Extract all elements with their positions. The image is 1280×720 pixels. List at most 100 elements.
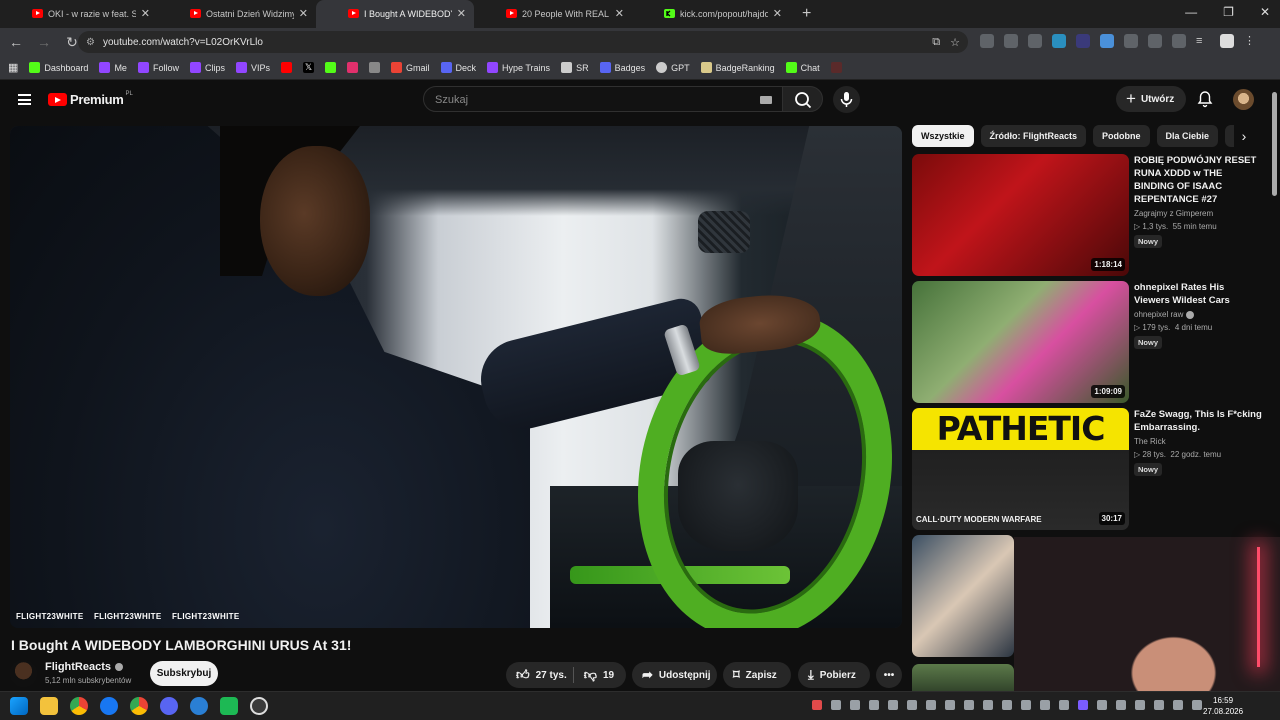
back-icon[interactable]: ←	[4, 34, 28, 50]
tray-icon[interactable]	[888, 700, 898, 710]
facebook-icon[interactable]	[100, 697, 118, 715]
account-avatar[interactable]	[1233, 89, 1254, 110]
tray-icon[interactable]	[964, 700, 974, 710]
tray-icon[interactable]	[1078, 700, 1088, 710]
channel-name[interactable]: FlightReacts	[45, 661, 124, 673]
bookmark-item[interactable]	[830, 62, 842, 73]
bookmark-item[interactable]: Deck	[440, 62, 476, 73]
video-thumbnail[interactable]: 1:09:09	[912, 281, 1129, 403]
tray-icon[interactable]	[1059, 700, 1069, 710]
like-icon[interactable]: 👍︎	[516, 667, 530, 683]
recommendation-title[interactable]: ohnepixel Rates His Viewers Wildest Cars	[1134, 281, 1262, 307]
recommendation-item[interactable]: 1:09:09 ohnepixel Rates His Viewers Wild…	[912, 281, 1262, 403]
bookmark-item[interactable]: Chat	[785, 62, 820, 73]
tray-icon[interactable]	[831, 700, 841, 710]
profile-icon[interactable]	[1220, 34, 1234, 48]
tray-icon[interactable]	[1021, 700, 1031, 710]
more-actions-button[interactable]: •••	[876, 662, 902, 688]
bookmark-item[interactable]	[369, 62, 380, 73]
windows-start-icon[interactable]	[10, 697, 28, 715]
bookmark-item[interactable]: VIPs	[235, 62, 270, 73]
close-tab-icon[interactable]: ✕	[615, 7, 624, 20]
cast-icon[interactable]: ⧉	[932, 36, 940, 49]
chevron-right-icon[interactable]: ›	[1234, 125, 1254, 147]
recommendation-channel[interactable]: The Rick	[1134, 437, 1262, 446]
chrome-icon[interactable]	[70, 697, 88, 715]
tray-icon[interactable]	[945, 700, 955, 710]
maximize-icon[interactable]: ❐	[1223, 5, 1234, 19]
discord-icon[interactable]	[160, 697, 178, 715]
browser-tab[interactable]: kick.com/popout/hajdook/chat ✕	[632, 0, 790, 28]
address-bar[interactable]: ⚙ youtube.com/watch?v=L02OrKVrLlo ⧉ ☆	[78, 31, 968, 53]
forward-icon[interactable]: →	[32, 34, 56, 50]
browser-tab[interactable]: OKI - w razie w feat. Sobel - You ✕	[0, 0, 158, 28]
channel-avatar[interactable]	[10, 660, 37, 687]
close-tab-icon[interactable]: ✕	[457, 7, 466, 20]
extension-icon[interactable]	[980, 34, 994, 48]
menu-kebab-icon[interactable]: ⋮	[1244, 34, 1258, 48]
close-window-icon[interactable]: ✕	[1260, 5, 1270, 19]
youtube-premium-logo[interactable]: Premium PL	[48, 91, 133, 107]
volume-icon[interactable]	[1192, 700, 1202, 710]
create-button[interactable]: + Utwórz	[1116, 86, 1186, 112]
chip-for-you[interactable]: Dla Ciebie	[1156, 125, 1219, 147]
subscribe-button[interactable]: Subskrybuj	[150, 661, 218, 686]
bookmark-item[interactable]: Hype Trains	[487, 62, 550, 73]
audio-app-icon[interactable]	[220, 697, 238, 715]
extension-icon[interactable]	[1052, 34, 1066, 48]
ccleaner-icon[interactable]	[190, 697, 208, 715]
chip-source[interactable]: Źródło: FlightReacts	[980, 125, 1087, 147]
chip-related[interactable]: Podobne	[1093, 125, 1150, 147]
share-button[interactable]: ➦ Udostępnij	[632, 662, 717, 688]
file-explorer-icon[interactable]	[40, 697, 58, 715]
bookmark-item[interactable]: 𝕏	[303, 62, 314, 73]
bookmark-item[interactable]: Dashboard	[29, 62, 88, 73]
tray-icon[interactable]	[1135, 700, 1145, 710]
video-player[interactable]: FLIGHT23WHITE FLIGHT23WHITE FLIGHT23WHIT…	[10, 126, 902, 628]
network-icon[interactable]	[1173, 700, 1183, 710]
extensions-puzzle-icon[interactable]	[1172, 34, 1186, 48]
recommendation-title[interactable]: FaZe Swagg, This Is F*cking Embarrassing…	[1134, 408, 1262, 434]
recommendation-title[interactable]: ROBIĘ PODWÓJNY RESET RUNA XDDD w THE BIN…	[1134, 154, 1262, 206]
extension-icon[interactable]	[1004, 34, 1018, 48]
bookmark-item[interactable]	[325, 62, 336, 73]
close-tab-icon[interactable]: ✕	[299, 7, 308, 20]
browser-tab-active[interactable]: I Bought A WIDEBODY LAMBO ✕	[316, 0, 474, 28]
tray-icon[interactable]	[1116, 700, 1126, 710]
recommendation-item[interactable]	[912, 535, 1014, 657]
keyboard-icon[interactable]	[760, 96, 772, 104]
minimize-icon[interactable]: —	[1185, 5, 1197, 19]
tray-icon[interactable]	[1002, 700, 1012, 710]
extension-icon[interactable]	[1076, 34, 1090, 48]
browser-tab[interactable]: Ostatni Dzień Widzimy to Zbroj ✕	[158, 0, 316, 28]
tray-icon[interactable]	[1097, 700, 1107, 710]
bookmark-item[interactable]	[347, 62, 358, 73]
chrome-profile-icon[interactable]	[130, 697, 148, 715]
video-thumbnail[interactable]: PATHETIC CALL·DUTY MODERN WARFARE 30:17	[912, 408, 1129, 530]
bookmark-item[interactable]: Clips	[189, 62, 225, 73]
browser-tab[interactable]: 20 People With REAL Super Pow ✕	[474, 0, 632, 28]
bookmark-item[interactable]: Me	[99, 62, 127, 73]
apps-grid-icon[interactable]: ▦	[8, 61, 18, 74]
search-button[interactable]	[782, 86, 823, 112]
extension-icon[interactable]	[1100, 34, 1114, 48]
recommendation-item[interactable]: PATHETIC CALL·DUTY MODERN WARFARE 30:17 …	[912, 408, 1262, 530]
tray-icon[interactable]	[926, 700, 936, 710]
bookmark-item[interactable]: GPT	[656, 62, 690, 73]
notifications-bell-icon[interactable]	[1196, 90, 1214, 108]
extension-icon[interactable]	[1148, 34, 1162, 48]
voice-search-button[interactable]	[833, 86, 860, 113]
dislike-icon[interactable]: 👎︎	[584, 667, 597, 683]
recommendation-item[interactable]: 1:18:14 ROBIĘ PODWÓJNY RESET RUNA XDDD w…	[912, 154, 1262, 276]
bookmark-star-icon[interactable]: ☆	[950, 36, 960, 49]
video-thumbnail[interactable]: 1:18:14	[912, 154, 1129, 276]
tray-icon[interactable]	[983, 700, 993, 710]
bookmark-item[interactable]: Gmail	[391, 62, 430, 73]
bookmark-item[interactable]: BadgeRanking	[700, 62, 775, 73]
bookmark-item[interactable]	[281, 62, 292, 73]
save-button[interactable]: ⌑ Zapisz	[723, 662, 791, 688]
download-button[interactable]: ⤓ Pobierz	[798, 662, 870, 688]
tray-icon[interactable]	[1040, 700, 1050, 710]
close-tab-icon[interactable]: ✕	[773, 7, 782, 20]
video-thumbnail[interactable]	[912, 535, 1014, 657]
